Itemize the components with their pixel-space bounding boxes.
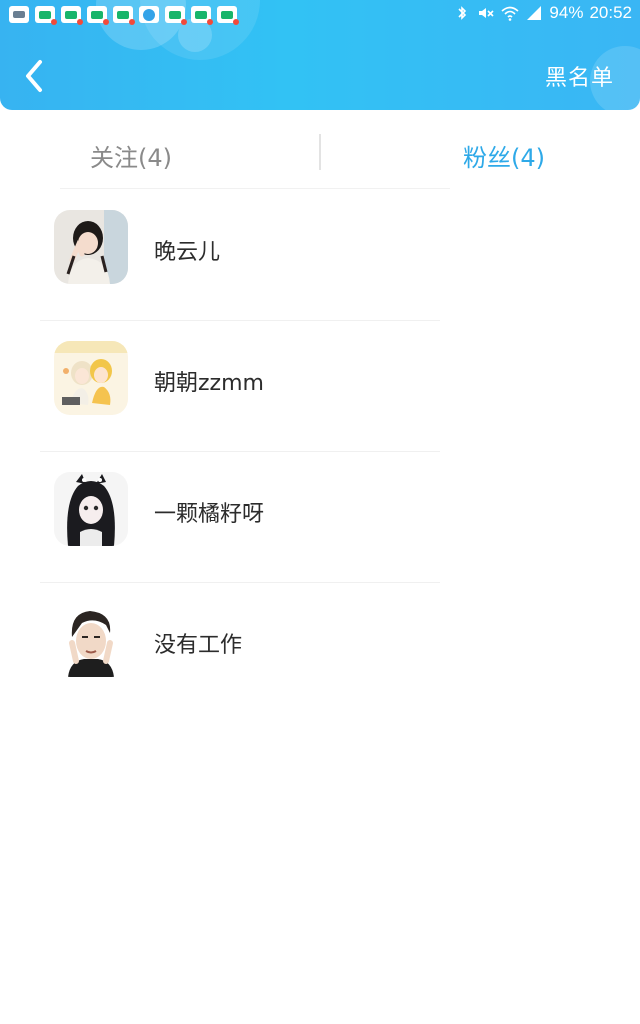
avatar[interactable] <box>54 341 128 415</box>
wechat-notification-icon <box>191 6 213 25</box>
notification-icons <box>9 6 239 25</box>
follow-tabs: 关注(4) 粉丝(4) <box>0 110 640 190</box>
header-bar: 94% 20:52 黑名单 <box>0 0 640 110</box>
tabs-divider-line <box>60 188 450 189</box>
back-button[interactable] <box>18 56 54 96</box>
wechat-notification-icon <box>35 6 57 25</box>
clock-time: 20:52 <box>589 3 632 22</box>
wechat-notification-icon <box>165 6 187 25</box>
status-indicators: 94% 20:52 <box>453 3 632 23</box>
tab-following[interactable]: 关注(4) <box>90 138 172 173</box>
fan-name: 朝朝zzmm <box>154 371 264 396</box>
battery-level: 94% <box>549 3 584 22</box>
navigation-bar: 黑名单 <box>0 44 640 108</box>
tab-divider <box>319 134 321 170</box>
fan-name: 晚云儿 <box>154 240 221 265</box>
mute-icon <box>477 4 495 22</box>
list-item[interactable]: 没有工作 <box>0 583 640 714</box>
wechat-notification-icon <box>113 6 135 25</box>
fan-name: 没有工作 <box>154 633 243 658</box>
circle-app-notification-icon <box>139 6 159 23</box>
avatar[interactable] <box>54 472 128 546</box>
signal-icon <box>525 4 543 22</box>
avatar[interactable] <box>54 603 128 677</box>
wechat-notification-icon <box>87 6 109 25</box>
list-item[interactable]: 晚云儿 <box>0 190 640 321</box>
fan-name: 一颗橘籽呀 <box>154 502 265 527</box>
gallery-notification-icon <box>9 6 29 23</box>
wechat-notification-icon <box>61 6 83 25</box>
tab-fans[interactable]: 粉丝(4) <box>463 138 545 173</box>
chevron-left-icon <box>26 60 42 92</box>
bluetooth-icon <box>453 4 471 22</box>
fans-list: 晚云儿 朝朝zzmm 一颗橘籽呀 没有工作 <box>0 190 640 714</box>
list-item[interactable]: 朝朝zzmm <box>0 321 640 452</box>
status-bar: 94% 20:52 <box>0 0 640 30</box>
blacklist-button[interactable]: 黑名单 <box>545 60 614 92</box>
list-item[interactable]: 一颗橘籽呀 <box>0 452 640 583</box>
wifi-icon <box>501 4 519 22</box>
avatar[interactable] <box>54 210 128 284</box>
wechat-notification-icon <box>217 6 239 25</box>
